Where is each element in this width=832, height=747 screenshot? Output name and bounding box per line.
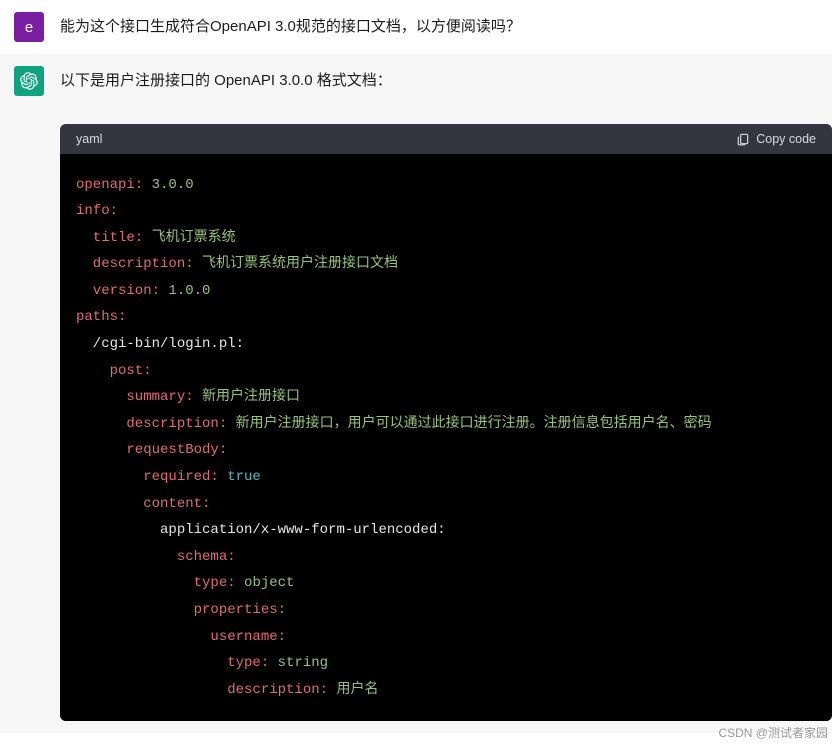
- assistant-message-row: 以下是用户注册接口的 OpenAPI 3.0.0 格式文档： yaml Copy…: [0, 54, 832, 733]
- user-message-body: 能为这个接口生成符合OpenAPI 3.0规范的接口文档，以方便阅读吗？: [60, 12, 832, 42]
- user-message-text: 能为这个接口生成符合OpenAPI 3.0规范的接口文档，以方便阅读吗？: [60, 14, 832, 40]
- code-content[interactable]: openapi: 3.0.0 info: title: 飞机订票系统 descr…: [60, 154, 832, 722]
- user-avatar: e: [14, 12, 44, 42]
- code-language-label: yaml: [76, 132, 102, 146]
- assistant-message-body: 以下是用户注册接口的 OpenAPI 3.0.0 格式文档： yaml Copy…: [60, 66, 832, 721]
- user-message-row: e 能为这个接口生成符合OpenAPI 3.0规范的接口文档，以方便阅读吗？: [0, 0, 832, 54]
- user-avatar-letter: e: [25, 19, 33, 36]
- assistant-avatar: [14, 66, 44, 96]
- copy-code-label: Copy code: [756, 132, 816, 146]
- code-toolbar: yaml Copy code: [60, 124, 832, 154]
- clipboard-icon: [736, 132, 750, 146]
- code-block: yaml Copy code openapi: 3.0.0 info: titl…: [60, 124, 832, 722]
- watermark: CSDN @测试者家园: [718, 724, 828, 741]
- copy-code-button[interactable]: Copy code: [736, 132, 816, 146]
- assistant-message-text: 以下是用户注册接口的 OpenAPI 3.0.0 格式文档：: [60, 68, 832, 94]
- openai-logo-icon: [20, 72, 38, 90]
